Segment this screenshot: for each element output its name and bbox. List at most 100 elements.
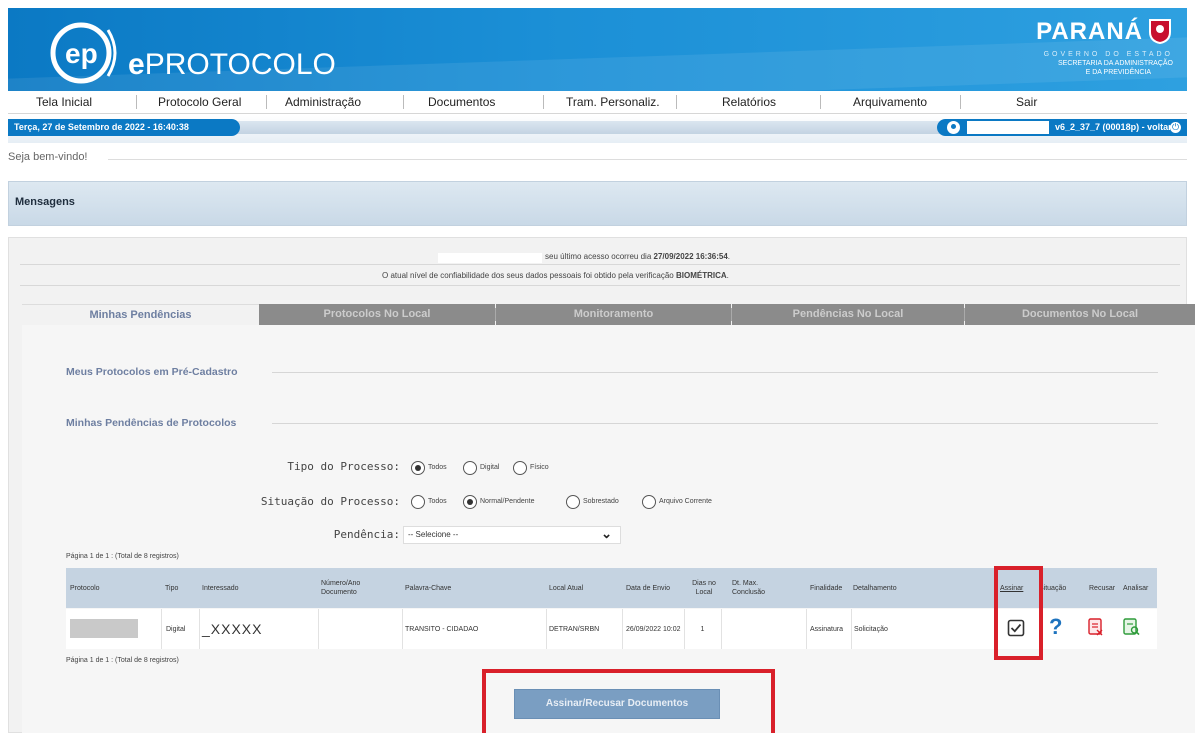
column-separator bbox=[546, 609, 547, 649]
version-text[interactable]: v6_2_37_7 (00018p) - voltar bbox=[1055, 119, 1172, 136]
situacao-arquivo-radio[interactable] bbox=[642, 495, 656, 509]
user-icon bbox=[947, 121, 960, 134]
th-interessado[interactable]: Interessado bbox=[202, 568, 312, 608]
menu-tram-personaliz[interactable]: Tram. Personaliz. bbox=[566, 93, 660, 111]
chevron-down-icon: ⌄ bbox=[601, 526, 612, 541]
cell-dias-local: 1 bbox=[700, 625, 705, 633]
confidentiality-notice: O atual nível de confiabilidade dos seus… bbox=[382, 271, 729, 280]
menu-documentos[interactable]: Documentos bbox=[428, 93, 495, 111]
tab-pendencias-no-local[interactable]: Pendências No Local bbox=[732, 304, 964, 325]
notice-divider bbox=[20, 264, 1180, 265]
situacao-sobrestado-label: Sobrestado bbox=[583, 498, 619, 505]
column-separator bbox=[318, 609, 319, 649]
column-separator bbox=[806, 609, 807, 649]
coat-of-arms-icon bbox=[1149, 19, 1171, 44]
analyze-document-icon[interactable] bbox=[1123, 618, 1140, 636]
th-dias-local[interactable]: Dias no Local bbox=[691, 568, 717, 608]
th-local-atual[interactable]: Local Atual bbox=[549, 568, 619, 608]
menu-separator bbox=[676, 95, 677, 109]
tipo-todos-radio[interactable] bbox=[411, 461, 425, 475]
section-divider bbox=[272, 372, 1158, 373]
situacao-normal-label: Normal/Pendente bbox=[480, 498, 535, 505]
menu-separator bbox=[136, 95, 137, 109]
help-question-icon[interactable]: ? bbox=[1049, 614, 1062, 640]
th-palavra-chave[interactable]: Palavra-Chave bbox=[405, 568, 535, 608]
app-header: ep ePROTOCOLO PARANÁ GOVERNO DO ESTADO S… bbox=[0, 0, 1195, 92]
parana-logo: PARANÁ GOVERNO DO ESTADO SECRETARIA DA A… bbox=[1023, 19, 1173, 86]
th-recusar[interactable]: Recusar bbox=[1089, 568, 1121, 608]
last-access-date: 27/09/2022 16:36:54 bbox=[653, 252, 728, 261]
cell-numero-ano bbox=[321, 609, 399, 649]
menu-tela-inicial[interactable]: Tela Inicial bbox=[36, 93, 92, 111]
cell-detalhamento: Solicitação bbox=[854, 625, 888, 633]
main-menu: Tela Inicial Protocolo Geral Administraç… bbox=[8, 91, 1187, 114]
situacao-sobrestado-radio[interactable] bbox=[566, 495, 580, 509]
pagination-top: Página 1 de 1 : (Total de 8 registros) bbox=[66, 553, 179, 560]
tipo-fisico-radio[interactable] bbox=[513, 461, 527, 475]
tipo-processo-label: Tipo do Processo: bbox=[287, 460, 400, 473]
column-separator bbox=[161, 609, 162, 649]
section-minhas-pendencias[interactable]: Minhas Pendências de Protocolos bbox=[66, 417, 236, 429]
th-situacao[interactable]: Situação bbox=[1039, 568, 1071, 608]
menu-separator bbox=[543, 95, 544, 109]
eprotocolo-logo-icon: ep bbox=[50, 22, 117, 84]
menu-relatorios[interactable]: Relatórios bbox=[722, 93, 776, 111]
column-separator bbox=[402, 609, 403, 649]
section-pre-cadastro[interactable]: Meus Protocolos em Pré-Cadastro bbox=[66, 366, 238, 378]
pagination-bottom: Página 1 de 1 : (Total de 8 registros) bbox=[66, 657, 179, 664]
menu-sair[interactable]: Sair bbox=[1016, 93, 1037, 111]
menu-arquivamento[interactable]: Arquivamento bbox=[853, 93, 927, 111]
tab-protocolos-no-local[interactable]: Protocolos No Local bbox=[259, 304, 495, 325]
tipo-digital-radio[interactable] bbox=[463, 461, 477, 475]
th-finalidade[interactable]: Finalidade bbox=[810, 568, 850, 608]
th-tipo[interactable]: Tipo bbox=[165, 568, 195, 608]
th-numero-ano[interactable]: Número/Ano Documento bbox=[321, 568, 391, 608]
welcome-divider bbox=[108, 159, 1187, 160]
welcome-text: Seja bem-vindo! bbox=[8, 151, 88, 163]
cell-local-atual: DETRAN/SRBN bbox=[549, 625, 600, 633]
th-detalhamento[interactable]: Detalhamento bbox=[853, 568, 933, 608]
username-field bbox=[967, 121, 1049, 134]
cell-tipo: Digital bbox=[166, 625, 186, 633]
notice-divider bbox=[20, 285, 1180, 286]
messages-panel: Mensagens bbox=[8, 181, 1187, 226]
cell-data-envio: 26/09/2022 10:02 bbox=[626, 625, 681, 633]
situacao-normal-radio[interactable] bbox=[463, 495, 477, 509]
cell-interessado: _XXXXX bbox=[202, 620, 263, 637]
menu-separator bbox=[820, 95, 821, 109]
pendencia-select[interactable]: -- Selecione -- ⌄ bbox=[403, 526, 621, 544]
tab-minhas-pendencias[interactable]: Minhas Pendências bbox=[22, 304, 259, 326]
section-divider bbox=[272, 423, 1158, 424]
tipo-todos-label: Todos bbox=[428, 464, 447, 471]
svg-text:ep: ep bbox=[65, 38, 98, 69]
highlight-assinar-column bbox=[994, 566, 1043, 660]
menu-separator bbox=[266, 95, 267, 109]
cell-dt-max bbox=[724, 609, 804, 649]
gov-secretaria: SECRETARIA DA ADMINISTRAÇÃO bbox=[1057, 60, 1173, 67]
tab-monitoramento[interactable]: Monitoramento bbox=[496, 304, 731, 325]
cell-finalidade: Assinatura bbox=[810, 625, 844, 633]
logout-icon[interactable]: ⏻ bbox=[1170, 122, 1181, 133]
tab-bar: Minhas Pendências Protocolos No Local Mo… bbox=[22, 304, 1195, 326]
tab-documentos-no-local[interactable]: Documentos No Local bbox=[965, 304, 1195, 325]
status-bar: Terça, 27 de Setembro de 2022 - 16:40:38… bbox=[8, 115, 1187, 143]
menu-administracao[interactable]: Administração bbox=[285, 93, 361, 111]
th-analisar[interactable]: Analisar bbox=[1123, 568, 1157, 608]
refuse-document-icon[interactable] bbox=[1088, 618, 1104, 636]
user-session-pill: v6_2_37_7 (00018p) - voltar ⏻ bbox=[937, 119, 1187, 136]
th-protocolo[interactable]: Protocolo bbox=[70, 568, 160, 608]
header-banner: ep ePROTOCOLO PARANÁ GOVERNO DO ESTADO S… bbox=[8, 8, 1187, 91]
th-dt-max[interactable]: Dt. Max. Conclusão bbox=[732, 568, 792, 608]
column-separator bbox=[199, 609, 200, 649]
redacted-user-name bbox=[438, 253, 542, 263]
redacted-protocolo bbox=[70, 619, 138, 638]
app-name: ePROTOCOLO bbox=[128, 48, 336, 81]
cell-palavra-chave: TRANSITO - CIDADAO bbox=[405, 625, 479, 633]
situacao-todos-radio[interactable] bbox=[411, 495, 425, 509]
messages-title: Mensagens bbox=[15, 196, 75, 208]
menu-protocolo-geral[interactable]: Protocolo Geral bbox=[158, 93, 241, 111]
pendencia-label: Pendência: bbox=[333, 528, 400, 541]
th-data-envio[interactable]: Data de Envio bbox=[626, 568, 671, 608]
gov-subtitle: GOVERNO DO ESTADO bbox=[1043, 51, 1173, 58]
gov-previdencia: E DA PREVIDÊNCIA bbox=[1085, 69, 1151, 76]
